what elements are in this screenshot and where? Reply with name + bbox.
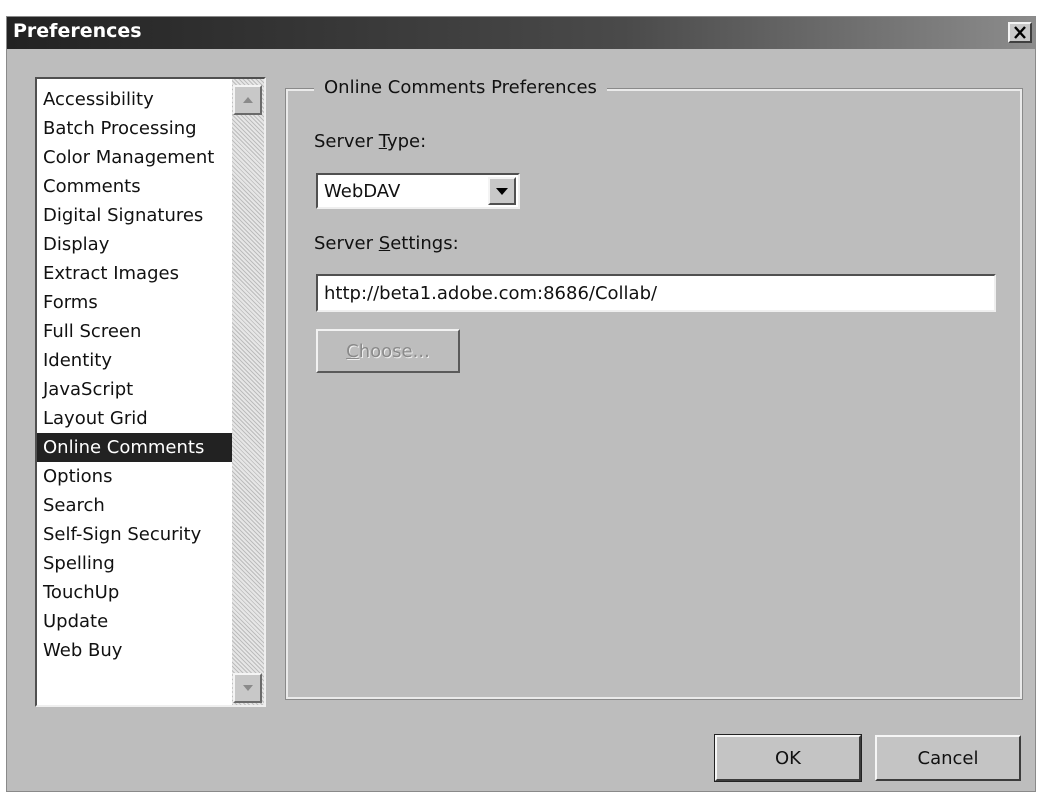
category-item[interactable]: Online Comments [37,433,233,462]
category-list[interactable]: Accessibility Batch Processing Color Manag… [35,77,266,707]
online-comments-group: Online Comments Preferences Server Type:… [285,77,1023,700]
category-item[interactable]: TouchUp [37,578,233,607]
category-item[interactable]: Extract Images [37,259,233,288]
cancel-button[interactable]: Cancel [875,735,1021,781]
choose-mnemonic: C [346,340,359,362]
close-icon [1014,26,1026,39]
category-item[interactable]: JavaScript [37,375,233,404]
server-type-label: Server Type: [314,131,426,152]
preferences-dialog: Preferences Accessibility Batch Processin… [6,16,1036,792]
server-type-label-mnemonic: T [378,131,387,152]
window-title: Preferences [13,20,142,42]
category-item[interactable]: Batch Processing [37,114,233,143]
category-item[interactable]: Self-Sign Security [37,520,233,549]
category-item[interactable]: Display [37,230,233,259]
category-item[interactable]: Options [37,462,233,491]
category-item[interactable]: Spelling [37,549,233,578]
ok-button[interactable]: OK [714,734,862,782]
server-settings-label-mnemonic: S [378,233,391,254]
scroll-up-button[interactable] [233,85,262,115]
chevron-down-icon [496,188,508,195]
category-item[interactable]: Search [37,491,233,520]
category-list-items: Accessibility Batch Processing Color Manag… [37,85,233,665]
server-type-select[interactable]: WebDAV [316,173,520,209]
server-type-value: WebDAV [324,181,401,202]
choose-button[interactable]: Choose... [316,329,460,373]
category-item[interactable]: Web Buy [37,636,233,665]
scroll-down-button[interactable] [233,673,262,703]
group-title: Online Comments Preferences [314,77,607,98]
arrow-up-icon [243,97,253,103]
category-item[interactable]: Layout Grid [37,404,233,433]
category-item[interactable]: Accessibility [37,85,233,114]
choose-rest: hoose... [358,340,430,362]
server-settings-label-pre: Server [314,233,379,254]
server-type-label-pre: Server [314,131,379,152]
title-bar[interactable]: Preferences [7,17,1035,49]
category-item[interactable]: Forms [37,288,233,317]
category-item[interactable]: Color Management [37,143,233,172]
server-type-label-post: ype: [386,131,427,152]
server-type-dropdown-button[interactable] [488,177,516,205]
arrow-down-icon [243,685,253,691]
server-settings-input[interactable] [316,274,996,312]
category-item[interactable]: Comments [37,172,233,201]
category-item[interactable]: Update [37,607,233,636]
category-item[interactable]: Identity [37,346,233,375]
list-scrollbar[interactable] [232,79,264,705]
server-settings-label: Server Settings: [314,233,459,254]
category-item[interactable]: Digital Signatures [37,201,233,230]
close-button[interactable] [1008,22,1032,43]
server-settings-label-post: ettings: [390,233,459,254]
category-item[interactable]: Full Screen [37,317,233,346]
